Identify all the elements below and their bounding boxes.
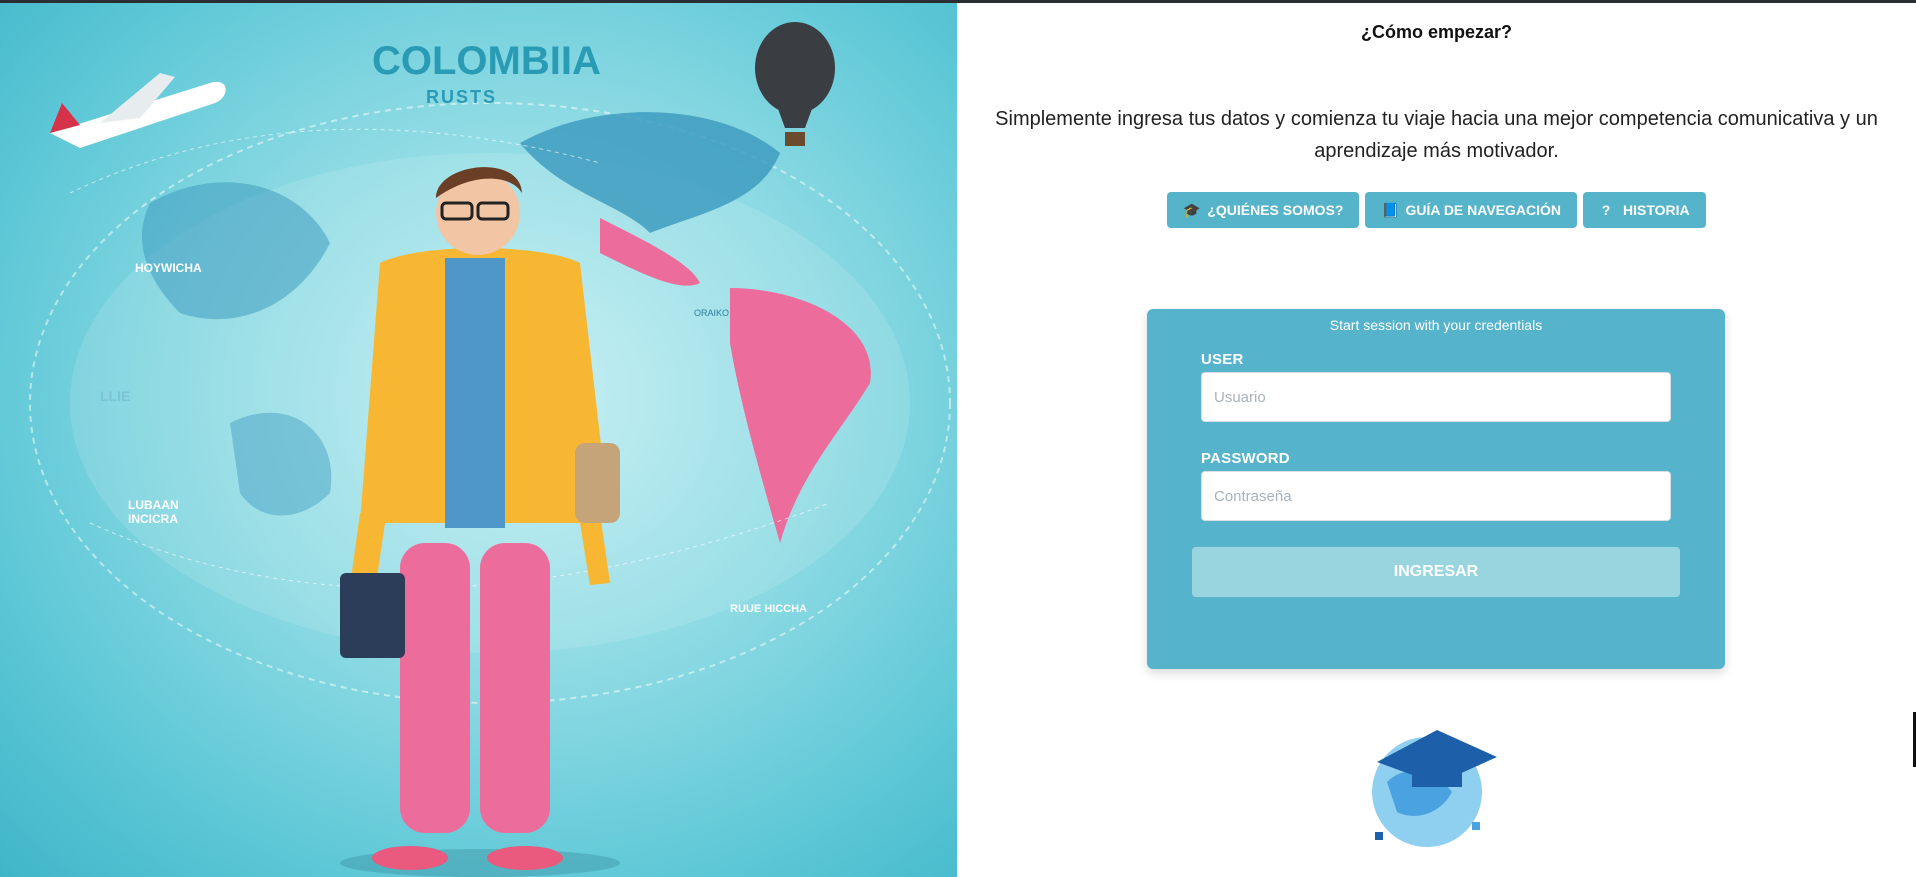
hero-brand-subtitle: RUSTS <box>426 87 498 107</box>
page-title: ¿Cómo empezar? <box>1360 22 1513 42</box>
history-button[interactable]: ? HISTORIA <box>1583 192 1706 228</box>
navigation-guide-label: GUÍA DE NAVEGACIÓN <box>1405 202 1562 218</box>
login-card: Start session with your credentials USER… <box>1147 309 1725 669</box>
username-input[interactable] <box>1201 372 1671 422</box>
hot-air-balloon-icon <box>755 22 835 146</box>
hero-illustration: COLOMBIIA RUSTS HOYWICHA LUBAAN INCICRA … <box>0 3 957 877</box>
globe-graduation-logo <box>1357 712 1517 867</box>
hero-map-label: LUBAAN INCICRA <box>128 498 179 526</box>
about-us-label: ¿QUIÉNES SOMOS? <box>1207 202 1344 218</box>
login-card-title: Start session with your credentials <box>1329 317 1543 333</box>
hero-map-label: HOYWICHA <box>135 261 202 275</box>
history-label: HISTORIA <box>1623 202 1690 218</box>
world-map-illustration <box>29 22 951 877</box>
about-us-button[interactable]: 🎓 ¿QUIÉNES SOMOS? <box>1167 192 1360 228</box>
user-label: USER <box>1201 351 1244 368</box>
hero-map-label: LLIE <box>100 388 131 404</box>
login-submit-button[interactable]: INGRESAR <box>1192 547 1680 597</box>
nav-button-group: 🎓 ¿QUIÉNES SOMOS? 📘 GUÍA DE NAVEGACIÓN ?… <box>957 192 1916 228</box>
hero-map-label: RUUE HICCHA <box>730 603 807 615</box>
question-icon: ? <box>1601 202 1611 218</box>
login-panel: ¿Cómo empezar? Simplemente ingresa tus d… <box>957 0 1916 877</box>
password-input[interactable] <box>1201 471 1671 521</box>
hero-map-label: ORAIKO <box>694 308 730 318</box>
navigation-guide-button[interactable]: 📘 GUÍA DE NAVEGACIÓN <box>1365 192 1578 228</box>
intro-text: Simplemente ingresa tus datos y comienza… <box>995 108 1878 162</box>
graduation-cap-icon: 🎓 <box>1183 201 1201 218</box>
traveler-figure <box>340 167 620 877</box>
airplane-icon <box>50 73 226 148</box>
hero-brand-title: COLOMBIIA <box>372 39 601 83</box>
book-icon: 📘 <box>1381 201 1399 218</box>
password-label: PASSWORD <box>1201 450 1290 467</box>
